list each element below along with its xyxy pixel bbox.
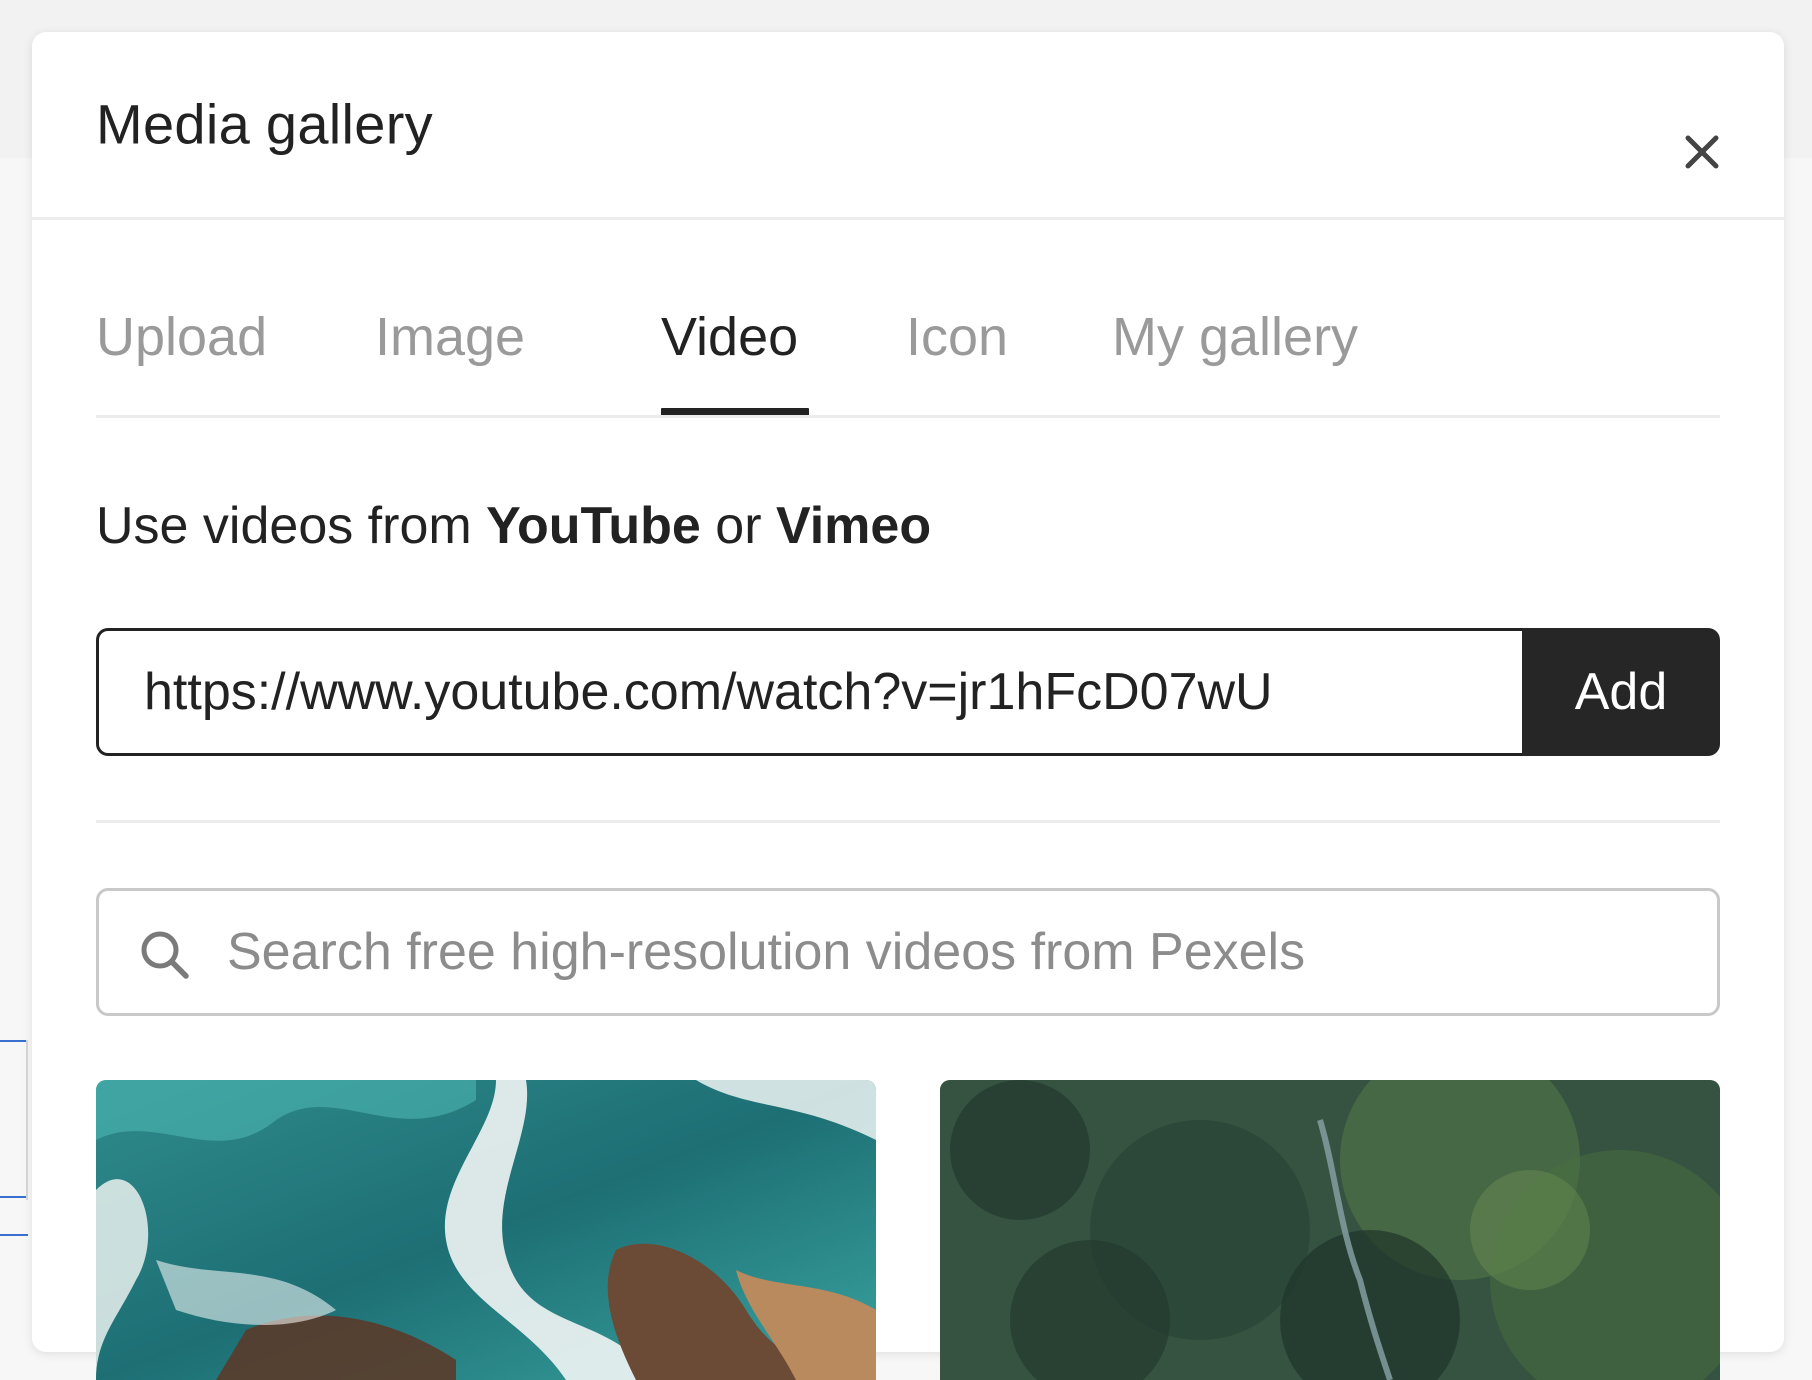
pexels-search-box[interactable]	[96, 888, 1720, 1016]
intro-connector: or	[700, 497, 776, 555]
search-input[interactable]	[227, 891, 1707, 1013]
video-url-input[interactable]	[96, 628, 1522, 756]
video-sources-text: Use videos from YouTube or Vimeo	[96, 496, 931, 556]
tab-video[interactable]: Video	[661, 292, 809, 418]
tab-label: Video	[661, 307, 799, 367]
background-border	[26, 1040, 28, 1200]
intro-prefix: Use videos from	[96, 497, 487, 555]
background-divider	[0, 1040, 28, 1042]
section-divider	[96, 820, 1720, 823]
tab-label: Upload	[96, 307, 268, 367]
media-gallery-dialog: Media gallery Upload Image Video Icon My…	[32, 32, 1784, 1380]
dialog-title: Media gallery	[96, 92, 433, 156]
vimeo-label: Vimeo	[775, 497, 932, 555]
dialog-header: Media gallery	[32, 32, 1784, 220]
tab-label: Icon	[906, 307, 1009, 367]
background-app-content	[0, 1040, 30, 1316]
background-divider	[0, 1196, 28, 1198]
close-icon	[1685, 135, 1719, 169]
video-thumbnail-forest[interactable]	[940, 1080, 1720, 1380]
ocean-aerial-image	[96, 1080, 876, 1380]
add-button[interactable]: Add	[1522, 628, 1720, 756]
search-icon	[141, 931, 189, 979]
video-thumbnail-ocean[interactable]	[96, 1080, 876, 1380]
forest-aerial-image	[940, 1080, 1720, 1380]
tab-label: My gallery	[1112, 307, 1359, 367]
background-divider	[0, 1234, 28, 1236]
close-button[interactable]	[1672, 122, 1732, 182]
tabs-divider	[96, 415, 1720, 418]
video-url-form: Add	[96, 628, 1720, 756]
media-tabs: Upload Image Video Icon My gallery	[96, 292, 1720, 418]
youtube-label: YouTube	[486, 497, 701, 555]
tab-label: Image	[375, 307, 526, 367]
